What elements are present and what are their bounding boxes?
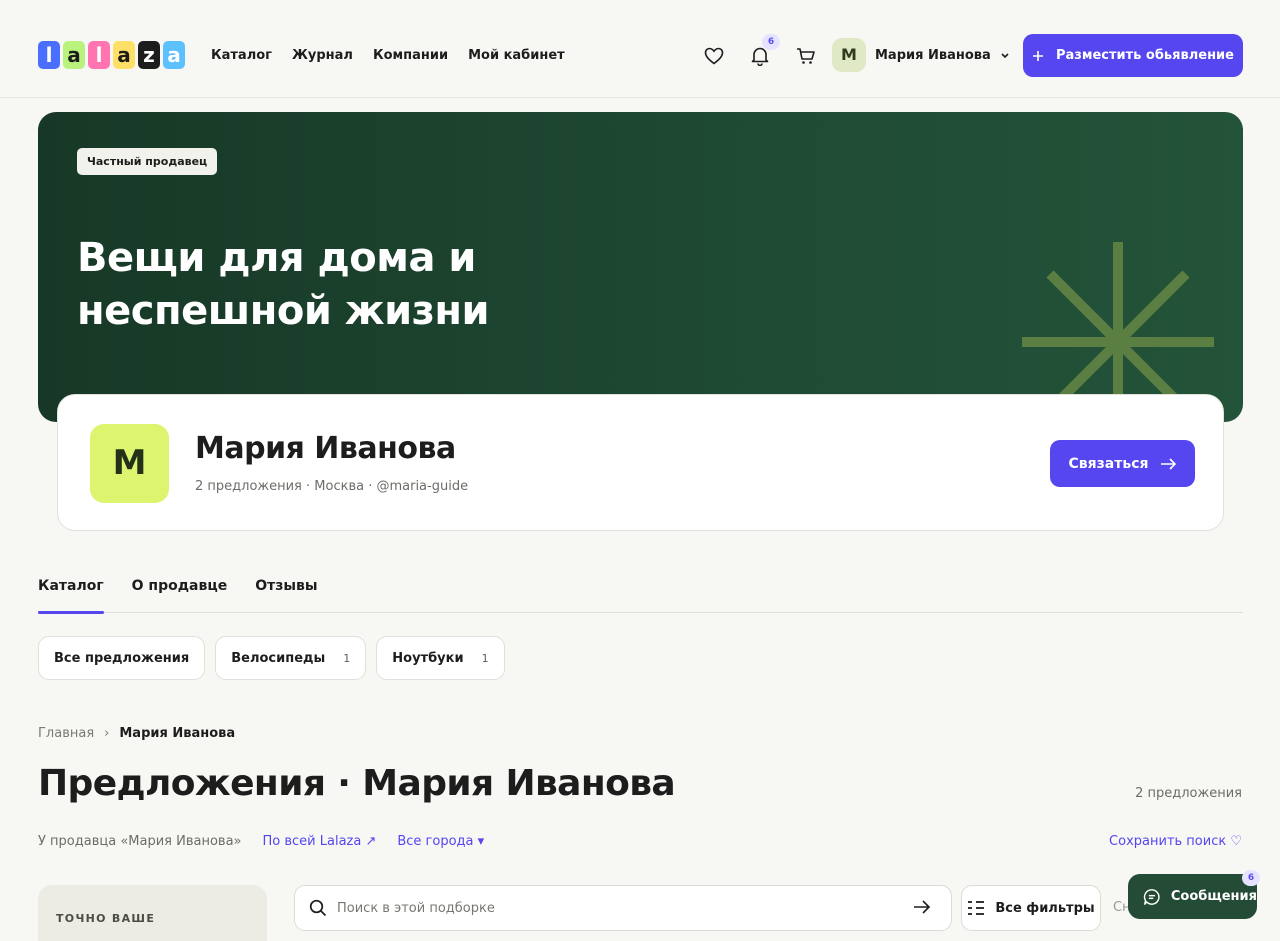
chat-icon — [1143, 888, 1160, 905]
side-panel-label: ТОЧНО ВАШЕ — [56, 912, 156, 925]
breadcrumb-separator-icon: › — [104, 726, 110, 741]
tab-about-seller[interactable]: О продавце — [132, 578, 228, 613]
contact-button[interactable]: Связаться — [1050, 440, 1195, 487]
search-placeholder: Поиск в этой подборке — [337, 900, 495, 916]
user-menu[interactable]: М Мария Иванова — [832, 38, 1010, 72]
bell-icon[interactable]: 6 — [748, 34, 780, 68]
logo-letter: a — [63, 41, 85, 69]
page-title: Предложения · Мария Иванова — [38, 763, 676, 804]
cart-icon[interactable] — [794, 44, 818, 68]
messages-badge: 6 — [1242, 870, 1260, 886]
contact-label: Связаться — [1068, 455, 1149, 472]
chip-count: 1 — [343, 651, 351, 665]
chip-bicycles[interactable]: Велосипеды 1 — [215, 636, 367, 680]
offers-count: 2 предложения — [1135, 786, 1242, 801]
nav-companies[interactable]: Компании — [373, 48, 448, 63]
tab-catalog[interactable]: Каталог — [38, 578, 104, 614]
seller-type-badge: Частный продавец — [77, 148, 218, 175]
user-name: Мария Иванова — [875, 47, 991, 63]
save-search-link[interactable]: Сохранить поиск ♡ — [1109, 834, 1242, 849]
messages-button[interactable]: Сообщения 6 — [1128, 870, 1260, 919]
logo-letter: l — [88, 41, 110, 69]
nav-my-account[interactable]: Мой кабинет — [468, 48, 565, 63]
breadcrumb-current: Мария Иванова — [119, 726, 236, 741]
header-icons: 6 — [702, 34, 818, 68]
filters-icon — [968, 901, 985, 915]
seller-banner: Частный продавец Вещи для дома и неспешн… — [38, 112, 1243, 422]
seller-meta: 2 предложения · Москва · @maria-guide — [195, 479, 469, 494]
chip-label: Велосипеды — [231, 650, 326, 666]
scope-label: У продавца «Мария Иванова» — [38, 834, 242, 849]
chip-laptops[interactable]: Ноутбуки 1 — [376, 636, 505, 680]
all-filters-button[interactable]: Все фильтры — [961, 885, 1101, 931]
chip-all-offers[interactable]: Все предложения — [38, 636, 206, 680]
post-ad-button[interactable]: Разместить обьявление — [1023, 34, 1243, 77]
category-chips: Все предложения Велосипеды 1 Ноутбуки 1 — [38, 636, 505, 680]
main-nav: Каталог Журнал Компании Мой кабинет — [211, 48, 565, 63]
plus-icon — [1033, 50, 1043, 61]
chip-label: Ноутбуки — [392, 650, 464, 666]
breadcrumb-home[interactable]: Главная — [38, 726, 94, 741]
seller-avatar: М — [90, 424, 169, 503]
scope-filters: У продавца «Мария Иванова» По всей Lalaz… — [38, 834, 484, 849]
chip-label: Все предложения — [54, 650, 190, 666]
logo-letter: a — [163, 41, 185, 69]
lalaza-logo[interactable]: lalaza — [38, 41, 185, 69]
search-icon — [309, 899, 327, 917]
arrow-right-icon — [1161, 457, 1177, 470]
cities-dropdown[interactable]: Все города ▾ — [397, 834, 484, 849]
chip-count: 1 — [481, 651, 489, 665]
logo-letter: z — [138, 41, 160, 69]
seller-tabs: Каталог О продавце Отзывы — [38, 578, 1243, 614]
chevron-down-icon — [1001, 53, 1009, 59]
seller-profile-card: М Мария Иванова 2 предложения · Москва ·… — [57, 394, 1224, 531]
seller-name: Мария Иванова — [195, 431, 456, 466]
arrow-right-icon[interactable] — [913, 899, 931, 915]
logo-letter: a — [113, 41, 135, 69]
nav-catalog[interactable]: Каталог — [211, 48, 272, 63]
logo-letter: l — [38, 41, 60, 69]
notifications-badge: 6 — [762, 34, 780, 50]
nav-journal[interactable]: Журнал — [292, 48, 353, 63]
all-filters-label: Все фильтры — [995, 900, 1095, 916]
banner-title: Вещи для дома и неспешной жизни — [77, 235, 490, 334]
asterisk-decoration-icon — [1022, 242, 1214, 402]
user-avatar: М — [832, 38, 866, 72]
tab-reviews[interactable]: Отзывы — [255, 578, 317, 613]
messages-label: Сообщения — [1170, 889, 1257, 904]
collection-search[interactable]: Поиск в этой подборке — [294, 885, 952, 931]
all-lalaza-link[interactable]: По всей Lalaza ↗ — [263, 834, 377, 849]
post-ad-label: Разместить обьявление — [1056, 48, 1234, 63]
heart-icon[interactable] — [702, 44, 726, 68]
site-header: lalaza Каталог Журнал Компании Мой кабин… — [0, 14, 1280, 98]
breadcrumb: Главная › Мария Иванова — [38, 726, 235, 741]
side-panel: ТОЧНО ВАШЕ — [38, 885, 267, 941]
